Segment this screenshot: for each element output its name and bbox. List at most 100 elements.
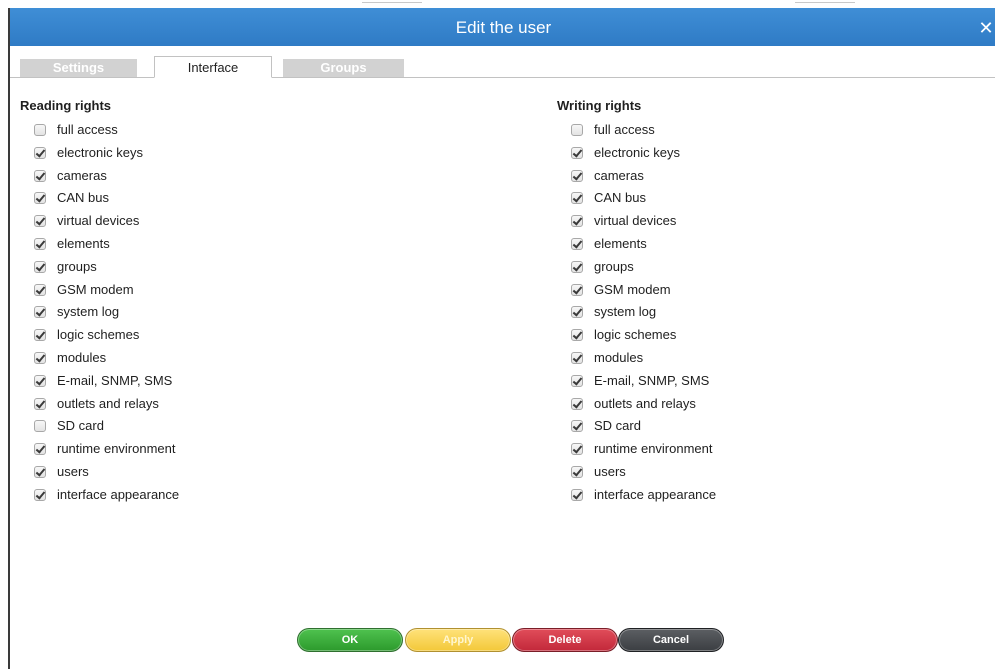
right-label: full access <box>57 122 118 137</box>
right-label: electronic keys <box>57 144 143 160</box>
reading-right-item[interactable]: CAN bus <box>20 187 179 210</box>
reading-right-item[interactable]: users <box>20 461 179 484</box>
checkbox-checked[interactable] <box>571 215 583 228</box>
writing-right-item[interactable]: modules <box>557 347 716 370</box>
reading-right-item[interactable]: system log <box>20 301 179 324</box>
checkbox-checked[interactable] <box>34 397 46 410</box>
right-label: outlets and relays <box>57 395 159 411</box>
right-label: CAN bus <box>594 190 647 206</box>
reading-right-item[interactable]: elements <box>20 233 179 256</box>
checkbox-checked[interactable] <box>571 169 583 182</box>
reading-rights-title: Reading rights <box>20 98 112 113</box>
checkbox-checked[interactable] <box>571 237 583 250</box>
edit-user-dialog: Edit the user ✕ Settings Interface Group… <box>8 8 995 669</box>
right-label: outlets and relays <box>594 395 696 411</box>
checkbox-checked[interactable] <box>34 488 46 501</box>
writing-right-item[interactable]: full access <box>557 119 716 142</box>
checkbox-checked[interactable] <box>34 351 46 364</box>
reading-right-item[interactable]: interface appearance <box>20 484 179 507</box>
checkbox-unchecked[interactable] <box>34 124 46 136</box>
reading-right-item[interactable]: E-mail, SNMP, SMS <box>20 370 179 393</box>
tab-settings[interactable]: Settings <box>20 59 137 77</box>
writing-right-item[interactable]: CAN bus <box>557 187 716 210</box>
right-label: electronic keys <box>594 144 680 160</box>
writing-right-item[interactable]: virtual devices <box>557 210 716 233</box>
checkbox-checked[interactable] <box>34 237 46 250</box>
right-label: SD card <box>57 418 104 434</box>
tab-groups[interactable]: Groups <box>283 59 404 77</box>
right-label: users <box>57 463 89 479</box>
checkbox-unchecked[interactable] <box>34 420 46 433</box>
reading-right-item[interactable]: cameras <box>20 165 179 188</box>
writing-right-item[interactable]: E-mail, SNMP, SMS <box>557 370 716 393</box>
checkbox-checked[interactable] <box>571 488 583 501</box>
writing-right-item[interactable]: groups <box>557 256 716 279</box>
reading-right-item[interactable]: modules <box>20 347 179 370</box>
writing-right-item[interactable]: cameras <box>557 165 716 188</box>
right-label: users <box>594 463 626 479</box>
writing-right-item[interactable]: system log <box>557 301 716 324</box>
reading-right-item[interactable]: full access <box>20 119 179 142</box>
reading-right-item[interactable]: virtual devices <box>20 210 179 233</box>
writing-rights-column: Writing rights full access electronic key… <box>557 96 716 507</box>
checkbox-checked[interactable] <box>571 374 583 387</box>
checkbox-checked[interactable] <box>571 420 583 433</box>
delete-button[interactable]: Delete <box>512 628 618 652</box>
checkbox-checked[interactable] <box>34 169 46 182</box>
checkbox-checked[interactable] <box>34 329 46 342</box>
cancel-button[interactable]: Cancel <box>618 628 724 652</box>
checkbox-checked[interactable] <box>571 306 583 319</box>
checkbox-checked[interactable] <box>571 260 583 273</box>
right-label: virtual devices <box>594 213 677 229</box>
reading-right-item[interactable]: GSM modem <box>20 279 179 302</box>
checkbox-checked[interactable] <box>34 146 46 159</box>
checkbox-checked[interactable] <box>571 329 583 342</box>
reading-right-item[interactable]: SD card <box>20 415 179 438</box>
checkbox-checked[interactable] <box>34 260 46 273</box>
checkbox-unchecked[interactable] <box>571 124 583 136</box>
reading-rights-list: full access electronic keys cameras CAN bus… <box>20 119 179 507</box>
right-label: elements <box>594 235 647 251</box>
checkbox-checked[interactable] <box>571 443 583 456</box>
reading-right-item[interactable]: runtime environment <box>20 438 179 461</box>
reading-right-item[interactable]: outlets and relays <box>20 393 179 416</box>
ok-button[interactable]: OK <box>297 628 403 652</box>
checkbox-checked[interactable] <box>34 283 46 296</box>
checkbox-checked[interactable] <box>34 306 46 319</box>
reading-rights-column: Reading rights full access electronic key… <box>20 96 179 507</box>
writing-right-item[interactable]: runtime environment <box>557 438 716 461</box>
checkbox-checked[interactable] <box>571 283 583 296</box>
writing-right-item[interactable]: outlets and relays <box>557 393 716 416</box>
background-column-fragment <box>795 0 855 3</box>
writing-right-item[interactable]: logic schemes <box>557 324 716 347</box>
writing-right-item[interactable]: electronic keys <box>557 142 716 165</box>
checkbox-checked[interactable] <box>34 215 46 228</box>
right-label: interface appearance <box>57 486 180 502</box>
checkbox-checked[interactable] <box>34 374 46 387</box>
checkbox-checked[interactable] <box>571 146 583 159</box>
checkbox-checked[interactable] <box>571 192 583 205</box>
checkbox-checked[interactable] <box>34 192 46 205</box>
right-label: virtual devices <box>57 213 140 229</box>
writing-right-item[interactable]: GSM modem <box>557 279 716 302</box>
right-label: elements <box>57 235 110 251</box>
writing-right-item[interactable]: SD card <box>557 415 716 438</box>
right-label: cameras <box>594 167 644 183</box>
reading-right-item[interactable]: logic schemes <box>20 324 179 347</box>
reading-right-item[interactable]: groups <box>20 256 179 279</box>
close-icon[interactable]: ✕ <box>977 8 995 46</box>
background-header-strip <box>0 0 995 8</box>
checkbox-checked[interactable] <box>34 465 46 478</box>
right-label: system log <box>57 304 120 320</box>
dialog-titlebar: Edit the user ✕ <box>10 8 995 46</box>
reading-right-item[interactable]: electronic keys <box>20 142 179 165</box>
tab-interface[interactable]: Interface <box>154 56 272 78</box>
writing-right-item[interactable]: elements <box>557 233 716 256</box>
writing-right-item[interactable]: users <box>557 461 716 484</box>
checkbox-checked[interactable] <box>34 443 46 456</box>
checkbox-checked[interactable] <box>571 465 583 478</box>
checkbox-checked[interactable] <box>571 397 583 410</box>
writing-right-item[interactable]: interface appearance <box>557 484 716 507</box>
apply-button[interactable]: Apply <box>405 628 511 652</box>
checkbox-checked[interactable] <box>571 351 583 364</box>
